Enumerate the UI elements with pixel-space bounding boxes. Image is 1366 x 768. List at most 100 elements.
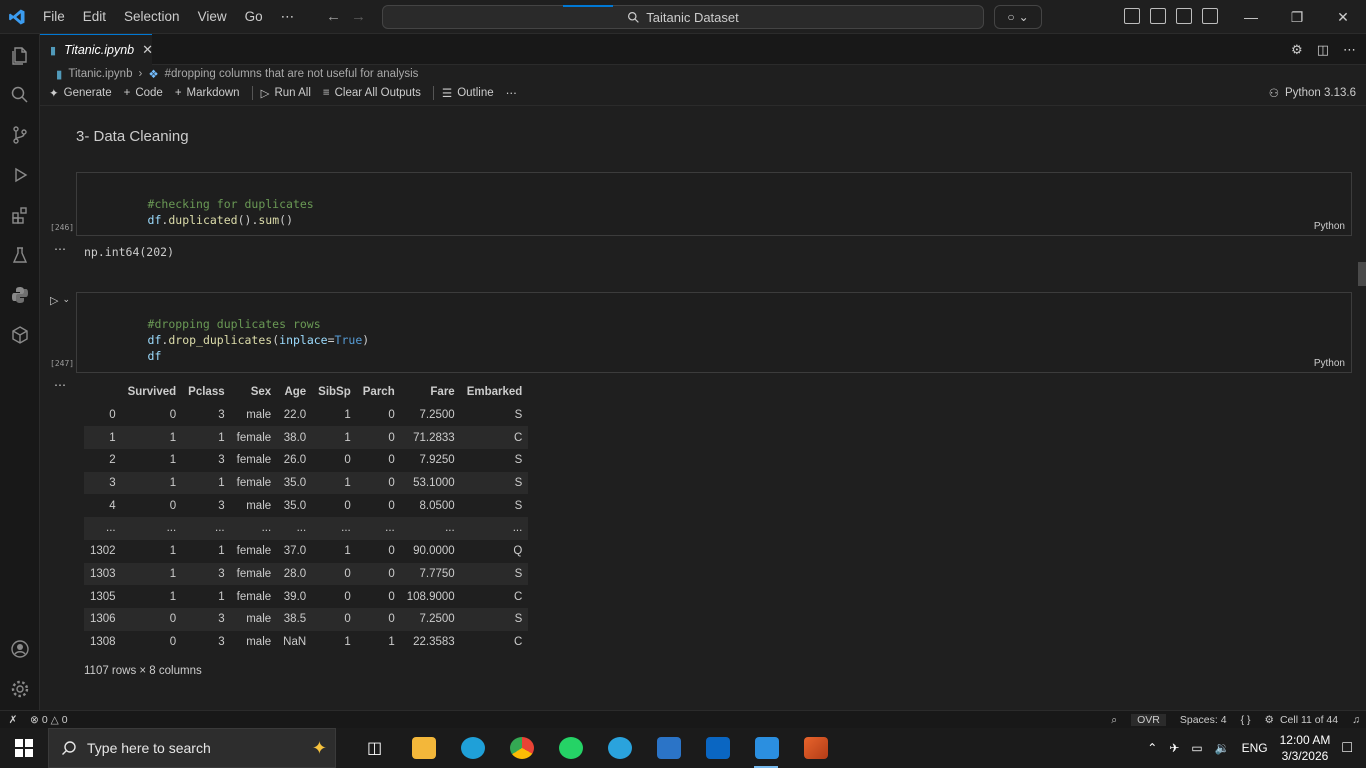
remote-indicator-icon[interactable]: ✗ [0, 714, 26, 726]
toggle-primary-sidebar-icon[interactable] [1150, 8, 1166, 24]
outline-label: Outline [457, 87, 494, 99]
back-arrow-icon[interactable]: ← [326, 8, 341, 25]
dataframe-shape: 1107 rows × 8 columns [84, 665, 202, 677]
breadcrumb-file[interactable]: Titanic.ipynb [68, 68, 132, 80]
edge-browser-icon[interactable] [448, 728, 497, 768]
search-icon [628, 11, 640, 23]
task-view-icon[interactable]: ◫ [350, 728, 399, 768]
toolbar-more-button[interactable]: ⋯ [506, 86, 518, 100]
copilot-button[interactable]: ○ ⌄ [994, 5, 1042, 29]
notification-center-icon[interactable]: □ [1342, 739, 1352, 757]
table-cell: S [514, 499, 523, 512]
language-indicator[interactable]: ENG [1242, 741, 1268, 755]
settings-gear-icon[interactable] [9, 678, 31, 700]
notebook-editor: 3- Data Cleaning #checking for duplicate… [40, 105, 1366, 710]
menu-edit[interactable]: Edit [74, 9, 115, 24]
problems-indicator[interactable]: ⊗ 0 △ 0 [30, 714, 68, 726]
notifications-bell-icon[interactable]: ♫ [1352, 714, 1360, 726]
close-icon[interactable]: ✕ [142, 42, 153, 58]
menu-file[interactable]: File [34, 9, 74, 24]
taskbar-search[interactable]: Type here to search ✦ [48, 728, 336, 768]
output-actions-icon[interactable]: ⋯ [54, 242, 66, 256]
customize-layout-icon[interactable] [1124, 8, 1140, 24]
code-token-inplace: inplace [279, 333, 328, 347]
chrome-browser-icon[interactable] [497, 728, 546, 768]
execution-count: [247] [50, 359, 75, 368]
vscode-taskbar-icon[interactable] [742, 728, 791, 768]
containers-icon[interactable] [9, 324, 31, 346]
table-cell: C [514, 590, 523, 603]
menu-more[interactable]: ⋯ [272, 9, 304, 25]
testing-flask-icon[interactable] [9, 244, 31, 266]
search-icon[interactable] [9, 84, 31, 106]
tab-titanic-notebook[interactable]: ▮ Titanic.ipynb ✕ [40, 34, 153, 65]
kernel-picker[interactable]: ⚇ Python 3.13.6 [1269, 86, 1356, 100]
split-editor-icon[interactable]: ◫ [1317, 42, 1329, 58]
telegram-icon[interactable] [595, 728, 644, 768]
add-markdown-cell-button[interactable]: + Markdown [175, 87, 240, 99]
run-debug-icon[interactable] [9, 164, 31, 186]
table-cell: 0 [388, 454, 395, 467]
minimize-button[interactable]: — [1228, 0, 1274, 34]
error-icon: ⊗ [30, 713, 39, 726]
cell-position-indicator[interactable]: ⚙ Cell 11 of 44 [1265, 714, 1339, 726]
airplane-icon[interactable]: ✈ [1169, 741, 1179, 755]
source-control-icon[interactable] [9, 124, 31, 146]
toggle-secondary-sidebar-icon[interactable] [1202, 8, 1218, 24]
table-cell: 90.0000 [413, 545, 455, 558]
indentation-indicator[interactable]: Spaces: 4 [1180, 714, 1227, 726]
breadcrumb-section[interactable]: #dropping columns that are not useful fo… [165, 68, 419, 80]
menu-view[interactable]: View [189, 9, 236, 24]
battery-icon[interactable]: ▭ [1191, 741, 1202, 755]
outline-button[interactable]: ☰ Outline [442, 86, 494, 100]
vscode-logo-icon [0, 0, 34, 34]
whatsapp-icon[interactable] [546, 728, 595, 768]
table-cell: 0 [344, 454, 351, 467]
chevron-up-icon[interactable]: ⌃ [1147, 741, 1157, 755]
python-icon[interactable] [9, 284, 31, 306]
add-code-cell-button[interactable]: + Code [124, 87, 163, 99]
scrollbar-thumb[interactable] [1358, 262, 1366, 286]
table-row: 2 1 3 female 26.0 0 0 7.9250 S [84, 449, 528, 472]
app-icon[interactable] [644, 728, 693, 768]
extensions-icon[interactable] [9, 204, 31, 226]
volume-icon[interactable]: 🔉 [1215, 741, 1230, 755]
table-cell: 1 [344, 545, 351, 558]
clock[interactable]: 12:00 AM 3/3/2026 [1280, 732, 1331, 764]
menu-go[interactable]: Go [236, 9, 272, 24]
cell-language-label[interactable]: Python [1314, 358, 1345, 369]
code-cell-247[interactable]: #dropping duplicates rows df.drop_duplic… [76, 292, 1352, 373]
output-actions-icon[interactable]: ⋯ [54, 378, 66, 392]
start-button[interactable] [0, 728, 48, 768]
more-actions-icon[interactable]: ⋯ [1343, 42, 1356, 58]
command-center-search[interactable]: Taitanic Dataset [382, 5, 984, 29]
activity-bar [0, 34, 40, 710]
clear-all-outputs-button[interactable]: ≡ Clear All Outputs [323, 87, 421, 99]
menu-bar: File Edit Selection View Go ⋯ [34, 0, 303, 34]
generate-button[interactable]: ✦ Generate [49, 86, 112, 100]
table-cell: 3 [218, 454, 225, 467]
forward-arrow-icon[interactable]: → [351, 8, 366, 25]
language-mode-indicator[interactable]: { } [1241, 714, 1251, 726]
code-cell-246[interactable]: #checking for duplicates df.duplicated()… [76, 172, 1352, 236]
toggle-panel-icon[interactable] [1176, 8, 1192, 24]
zoom-icon[interactable]: ⌕ [1111, 714, 1117, 727]
table-cell: 3 [218, 409, 225, 422]
execute-cell-button[interactable]: ▷ ⌄ [50, 294, 70, 307]
overtype-indicator[interactable]: OVR [1131, 714, 1166, 726]
table-cell: 38.5 [277, 607, 313, 631]
matlab-icon[interactable] [791, 728, 840, 768]
cell-language-label[interactable]: Python [1314, 221, 1345, 232]
menu-selection[interactable]: Selection [115, 9, 189, 24]
run-all-button[interactable]: ▷ Run All [261, 86, 311, 100]
close-window-button[interactable]: ✕ [1320, 0, 1366, 34]
clock-time: 12:00 AM [1279, 733, 1331, 747]
table-cell: 39.0 [283, 590, 307, 603]
restore-button[interactable]: ❐ [1274, 0, 1320, 34]
linkedin-icon[interactable] [693, 728, 742, 768]
file-explorer-icon[interactable] [399, 728, 448, 768]
gear-icon[interactable]: ⚙ [1291, 42, 1303, 58]
accounts-icon[interactable] [9, 638, 31, 660]
table-row: 1305 1 1 female 39.0 0 0 108.9000 C [84, 585, 528, 608]
explorer-icon[interactable] [9, 44, 31, 66]
